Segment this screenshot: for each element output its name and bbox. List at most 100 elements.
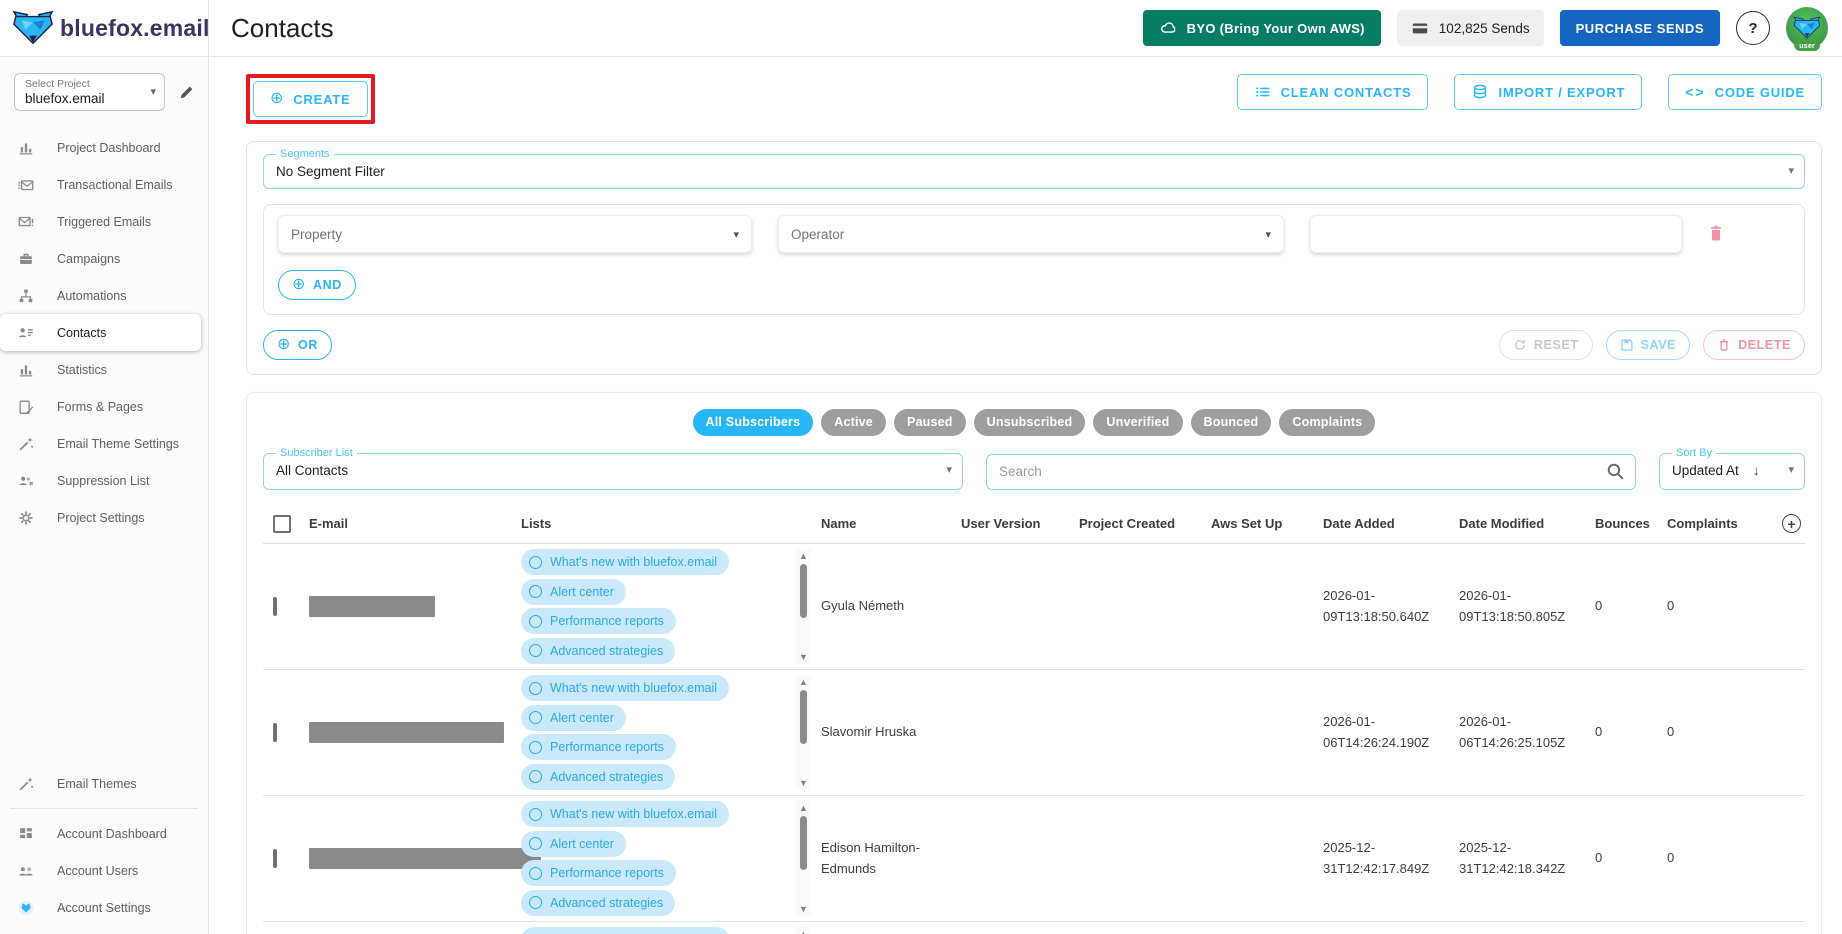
sidebar-item-email-themes[interactable]: Email Themes — [0, 765, 208, 802]
database-icon — [1471, 83, 1489, 101]
scroll-down-icon[interactable]: ▼ — [799, 778, 808, 788]
save-segment-button[interactable]: SAVE — [1606, 330, 1691, 360]
operator-select[interactable]: Operator ▾ — [778, 215, 1284, 253]
sidebar-item-automations[interactable]: Automations — [0, 277, 208, 314]
remove-condition-button[interactable] — [1706, 223, 1726, 246]
add-and-condition-button[interactable]: ⊕ AND — [278, 270, 356, 300]
scrollbar-thumb[interactable] — [800, 816, 807, 870]
tab-paused[interactable]: Paused — [894, 409, 966, 436]
tab-unsubscribed[interactable]: Unsubscribed — [974, 409, 1086, 436]
search-icon[interactable] — [1605, 461, 1626, 482]
tree-icon — [17, 287, 35, 305]
list-chip[interactable]: Advanced strategies — [521, 764, 675, 790]
sidebar-item-forms-pages[interactable]: Forms & Pages — [0, 388, 208, 425]
list-chip[interactable]: Performance reports — [521, 734, 676, 760]
scroll-up-icon[interactable]: ▲ — [799, 803, 808, 813]
delete-segment-button[interactable]: DELETE — [1703, 330, 1805, 360]
sidebar-item-transactional-emails[interactable]: Transactional Emails — [0, 166, 208, 203]
row-checkbox[interactable] — [273, 597, 277, 616]
lists-cell: What's new with bluefox.email ▲▼ — [521, 922, 821, 934]
add-or-condition-button[interactable]: ⊕ OR — [263, 330, 332, 360]
list-chip[interactable]: Performance reports — [521, 608, 676, 634]
row-checkbox[interactable] — [273, 723, 277, 742]
scroll-up-icon[interactable]: ▲ — [799, 551, 808, 561]
segments-select[interactable]: Segments No Segment Filter ▾ — [263, 154, 1805, 189]
column-header-bounces: Bounces — [1595, 516, 1667, 531]
complaints-cell: 0 — [1667, 596, 1753, 616]
project-select[interactable]: Select Project bluefox.email ▾ — [14, 73, 165, 111]
sort-by-select[interactable]: Sort By Updated At↓ ▾ — [1659, 453, 1805, 490]
sidebar-item-account-settings[interactable]: Account Settings — [0, 889, 208, 926]
row-checkbox[interactable] — [273, 849, 277, 868]
tab-unverified[interactable]: Unverified — [1093, 409, 1182, 436]
scrollbar-thumb[interactable] — [800, 690, 807, 744]
email-cell — [309, 848, 521, 869]
code-guide-button[interactable]: <> CODE GUIDE — [1668, 74, 1822, 110]
lists-scrollbar[interactable]: ▲▼ — [796, 549, 811, 664]
scroll-up-icon[interactable]: ▲ — [799, 929, 808, 934]
subscriber-list-label: Subscriber List — [276, 447, 357, 459]
chart-icon — [17, 361, 35, 379]
sidebar-nav: Project DashboardTransactional EmailsTri… — [0, 129, 208, 536]
list-chip[interactable]: What's new with bluefox.email — [521, 549, 729, 575]
tab-bounced[interactable]: Bounced — [1191, 409, 1272, 436]
list-chip[interactable]: Performance reports — [521, 860, 676, 886]
scroll-up-icon[interactable]: ▲ — [799, 677, 808, 687]
list-chip[interactable]: Alert center — [521, 831, 626, 857]
list-chip[interactable]: What's new with bluefox.email — [521, 801, 729, 827]
list-chip[interactable]: Advanced strategies — [521, 890, 675, 916]
import-export-label: IMPORT / EXPORT — [1498, 85, 1625, 100]
list-chip[interactable]: Alert center — [521, 705, 626, 731]
property-select[interactable]: Property ▾ — [278, 215, 752, 253]
name-cell: Slavomir Hruska — [821, 722, 961, 742]
reset-segment-button[interactable]: RESET — [1499, 330, 1593, 360]
avatar[interactable]: user — [1786, 7, 1828, 49]
sidebar-item-email-theme-settings[interactable]: Email Theme Settings — [0, 425, 208, 462]
search-input[interactable] — [986, 454, 1636, 490]
sidebar-item-account-users[interactable]: Account Users — [0, 852, 208, 889]
sidebar-item-project-dashboard[interactable]: Project Dashboard — [0, 129, 208, 166]
sidebar-item-statistics[interactable]: Statistics — [0, 351, 208, 388]
sidebar-item-campaigns[interactable]: Campaigns — [0, 240, 208, 277]
list-chip[interactable]: Advanced strategies — [521, 638, 675, 664]
list-chip[interactable]: What's new with bluefox.email — [521, 675, 729, 701]
scrollbar-thumb[interactable] — [800, 564, 807, 618]
create-button-highlight-box: ⊕ CREATE — [246, 74, 375, 124]
column-header-complaints: Complaints — [1667, 516, 1753, 531]
clean-contacts-button[interactable]: CLEAN CONTACTS — [1237, 74, 1429, 110]
add-column-icon[interactable]: + — [1782, 514, 1801, 533]
edit-project-pencil-icon[interactable] — [178, 83, 196, 101]
select-all-checkbox[interactable] — [273, 515, 291, 533]
tab-complaints[interactable]: Complaints — [1279, 409, 1375, 436]
purchase-sends-button[interactable]: PURCHASE SENDS — [1560, 10, 1720, 46]
and-label: AND — [313, 278, 342, 292]
sidebar-item-project-settings[interactable]: Project Settings — [0, 499, 208, 536]
lists-scrollbar[interactable]: ▲▼ — [796, 927, 811, 934]
lists-scrollbar[interactable]: ▲▼ — [796, 801, 811, 916]
condition-value-field[interactable] — [1310, 215, 1682, 253]
brand-logo[interactable]: bluefox.email — [12, 10, 210, 46]
tab-active[interactable]: Active — [821, 409, 886, 436]
create-button[interactable]: ⊕ CREATE — [253, 81, 368, 117]
subscribers-card: All Subscribers Active Paused Unsubscribed U… — [246, 392, 1822, 934]
sidebar-item-triggered-emails[interactable]: Triggered Emails — [0, 203, 208, 240]
help-button[interactable]: ? — [1736, 11, 1770, 45]
list-chip-label: Performance reports — [550, 740, 664, 754]
list-chip[interactable]: Alert center — [521, 579, 626, 605]
people-x-icon — [17, 472, 35, 490]
date-modified-cell: 2026-01-​06T14:26:25.105Z — [1459, 712, 1595, 752]
tab-all-subscribers[interactable]: All Subscribers — [693, 409, 814, 436]
column-header-user-version: User Version — [961, 516, 1079, 531]
lists-scrollbar[interactable]: ▲▼ — [796, 675, 811, 790]
sidebar-item-contacts[interactable]: Contacts — [0, 314, 201, 351]
sidebar-item-account-dashboard[interactable]: Account Dashboard — [0, 815, 208, 852]
sends-count-chip[interactable]: 102,825 Sends — [1397, 10, 1544, 46]
subscriber-list-select[interactable]: Subscriber List All Contacts ▾ — [263, 453, 963, 490]
circle-outline-icon — [529, 808, 542, 821]
sidebar-item-suppression-list[interactable]: Suppression List — [0, 462, 208, 499]
import-export-button[interactable]: IMPORT / EXPORT — [1454, 74, 1642, 110]
scroll-down-icon[interactable]: ▼ — [799, 904, 808, 914]
byo-aws-button[interactable]: BYO (Bring Your Own AWS) — [1143, 10, 1381, 46]
list-chip[interactable]: What's new with bluefox.email — [521, 927, 729, 934]
scroll-down-icon[interactable]: ▼ — [799, 652, 808, 662]
